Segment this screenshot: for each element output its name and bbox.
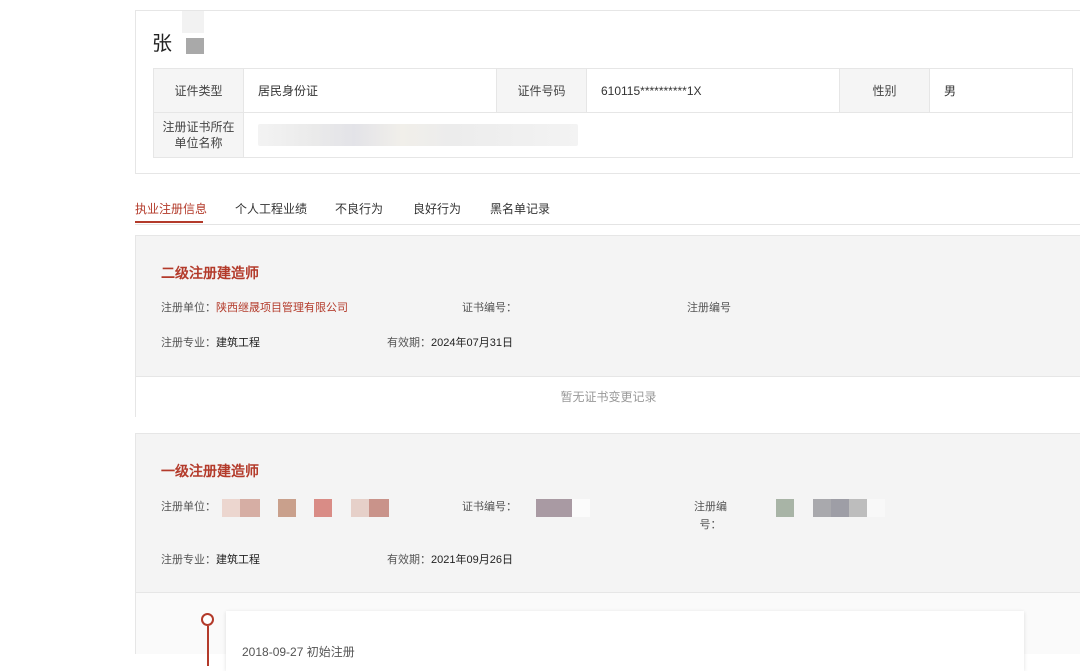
reg-no-redaction-5: [867, 499, 885, 517]
cert-level1-validity: 有效期：2021年09月26日: [387, 551, 513, 567]
valid-label: 有效期：: [387, 337, 431, 349]
major-label: 注册专业：: [161, 337, 216, 349]
gender-value: 男: [929, 68, 1073, 113]
timeline-entry-card: 2018-09-27 初始注册: [226, 611, 1024, 671]
major-label: 注册专业：: [161, 554, 216, 566]
cert-level1-unit: 注册单位：: [161, 498, 216, 514]
unit-redaction-5: [351, 499, 369, 517]
unit-redaction-2: [240, 499, 260, 517]
tab-registration-info[interactable]: 执业注册信息: [135, 200, 207, 217]
unit-redaction-4: [314, 499, 332, 517]
unit-redaction-1: [222, 499, 240, 517]
id-type-value: 居民身份证: [243, 68, 497, 113]
gender-label: 性别: [839, 68, 930, 113]
person-name: 张: [152, 33, 172, 55]
cert-no-label: 证书编号：: [462, 501, 517, 513]
unit-value: 陕西继晟项目管理有限公司: [216, 302, 348, 314]
id-number-value: 610115**********1X: [586, 68, 840, 113]
cert-level1-panel: 一级注册建造师 注册单位： 证书编号： 注册编 号： 注册专业：建筑工程 有效期…: [135, 433, 1080, 593]
cert-level2-unit: 注册单位：陕西继晟项目管理有限公司: [161, 299, 348, 315]
reg-no-redaction-2: [813, 499, 831, 517]
identity-table: 证件类型 居民身份证 证件号码 610115**********1X 性别 男 …: [153, 68, 1073, 158]
no-change-record: 暂无证书变更记录: [136, 376, 1080, 417]
profile-card: 张 证件类型 居民身份证 证件号码 610115**********1X 性别 …: [135, 10, 1080, 174]
cert-no-redaction: [536, 499, 572, 517]
cert-level2-panel: 二级注册建造师 注册单位：陕西继晟项目管理有限公司 证书编号： 注册编号 注册专…: [135, 235, 1080, 417]
cert-level2-reg-no: 注册编号: [687, 299, 731, 315]
unit-name-redaction: [258, 124, 578, 146]
cert-level2-validity: 有效期：2024年07月31日: [387, 334, 513, 350]
reg-no-label-line2: 号：: [699, 519, 722, 531]
tab-personal-projects[interactable]: 个人工程业绩: [235, 200, 307, 217]
cert-level2-title: 二级注册建造师: [161, 265, 259, 281]
tab-blacklist[interactable]: 黑名单记录: [490, 200, 550, 217]
unit-name-label: 注册证书所在单位名称: [153, 112, 244, 158]
cert-no-redaction-2: [572, 499, 590, 517]
cert-level2-cert-no: 证书编号：: [462, 299, 517, 315]
valid-value: 2024年07月31日: [431, 337, 513, 349]
valid-label: 有效期：: [387, 554, 431, 566]
reg-no-label-line1: 注册编: [694, 501, 727, 513]
tab-good-behavior[interactable]: 良好行为: [413, 200, 461, 217]
change-timeline: 2018-09-27 初始注册: [135, 592, 1080, 671]
id-type-label: 证件类型: [153, 68, 244, 113]
cert-level2-major: 注册专业：建筑工程: [161, 334, 260, 350]
unit-redaction-3: [278, 499, 296, 517]
unit-label: 注册单位：: [161, 302, 216, 314]
name-redaction: [186, 38, 204, 54]
tab-bar: 执业注册信息 个人工程业绩 不良行为 良好行为 黑名单记录: [135, 196, 1080, 225]
cert-level1-cert-no: 证书编号：: [462, 498, 517, 514]
unit-redaction-6: [369, 499, 389, 517]
reg-no-redaction-1: [776, 499, 794, 517]
cert-no-label: 证书编号：: [462, 302, 517, 314]
major-value: 建筑工程: [216, 337, 260, 349]
reg-no-label: 注册编号: [687, 302, 731, 314]
reg-no-redaction-4: [849, 499, 867, 517]
unit-label: 注册单位：: [161, 501, 216, 513]
cert-level1-major: 注册专业：建筑工程: [161, 551, 260, 567]
major-value: 建筑工程: [216, 554, 260, 566]
active-tab-indicator: [135, 221, 203, 223]
cert-level1-title: 一级注册建造师: [161, 463, 259, 479]
timeline-entry-text: 2018-09-27 初始注册: [242, 645, 355, 659]
name-mask-overlay: [182, 11, 204, 33]
valid-value: 2021年09月26日: [431, 554, 513, 566]
id-number-label: 证件号码: [496, 68, 587, 113]
timeline-dot: [201, 613, 214, 626]
cert-level1-reg-no: 注册编 号：: [694, 498, 727, 534]
unit-name-value: [243, 112, 1073, 158]
reg-no-redaction-3: [831, 499, 849, 517]
tab-bad-behavior[interactable]: 不良行为: [335, 200, 383, 217]
timeline-line: [207, 626, 209, 666]
